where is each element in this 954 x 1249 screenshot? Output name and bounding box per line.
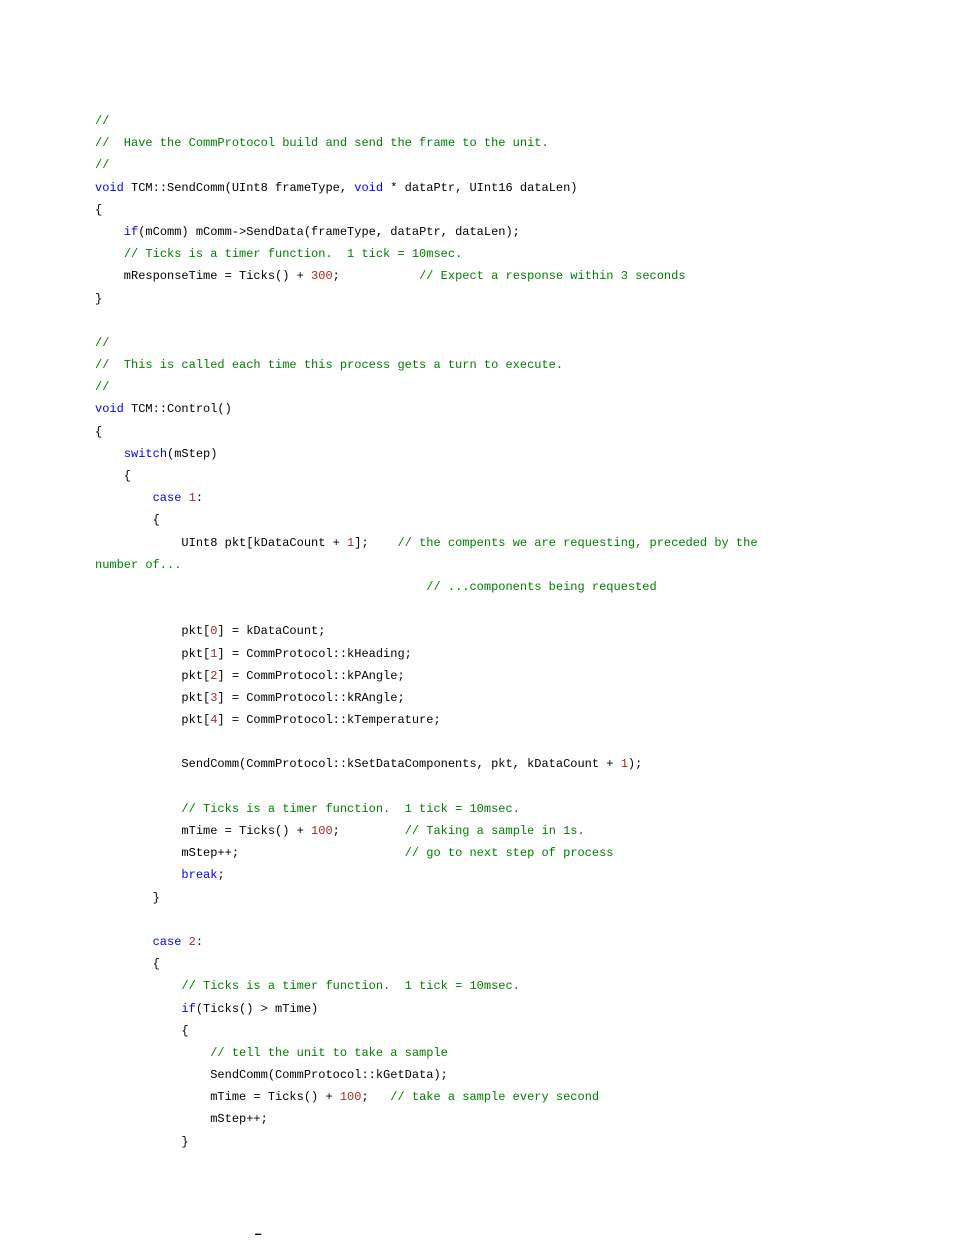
code-lines: //// Have the CommProtocol build and sen… <box>95 110 894 1153</box>
page-footer: – <box>0 1223 954 1249</box>
code-block: //// Have the CommProtocol build and sen… <box>0 0 954 1193</box>
